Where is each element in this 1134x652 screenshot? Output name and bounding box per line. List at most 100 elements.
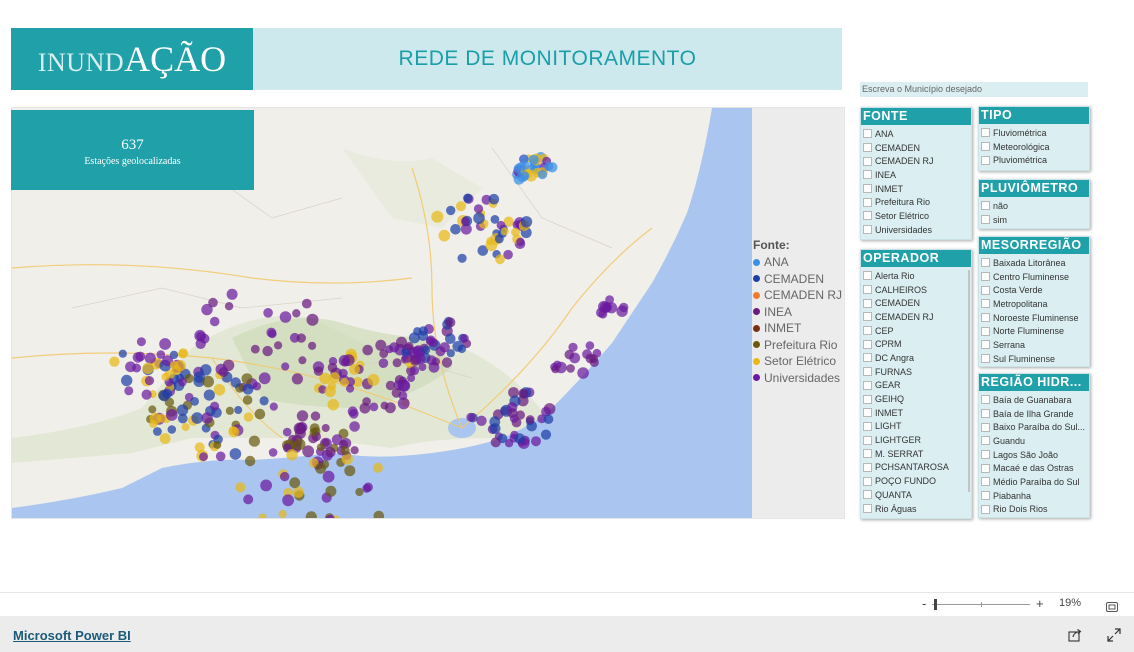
station-marker[interactable]	[418, 363, 427, 371]
station-marker[interactable]	[338, 354, 351, 367]
operador-option[interactable]: LIGHTGER	[861, 433, 971, 447]
checkbox-icon[interactable]	[863, 184, 872, 194]
checkbox-icon[interactable]	[863, 143, 872, 153]
station-marker[interactable]	[263, 308, 273, 318]
station-marker[interactable]	[254, 408, 266, 420]
station-marker[interactable]	[159, 338, 172, 350]
checkbox-icon[interactable]	[981, 258, 990, 268]
station-marker[interactable]	[426, 355, 437, 366]
operador-option[interactable]: POÇO FUNDO	[861, 474, 971, 488]
station-marker[interactable]	[230, 377, 241, 388]
fonte-option[interactable]: Universidades	[861, 223, 971, 237]
regiao-option[interactable]: Guandu	[979, 434, 1089, 448]
checkbox-icon[interactable]	[981, 340, 990, 350]
station-marker[interactable]	[511, 227, 520, 237]
fonte-option[interactable]: ANA	[861, 127, 971, 141]
station-marker[interactable]	[598, 309, 608, 319]
station-marker[interactable]	[177, 413, 188, 424]
station-marker[interactable]	[516, 162, 526, 172]
station-marker[interactable]	[213, 384, 226, 396]
station-marker[interactable]	[528, 154, 539, 165]
station-marker[interactable]	[281, 362, 290, 371]
station-marker[interactable]	[514, 433, 525, 444]
station-marker[interactable]	[329, 372, 341, 383]
station-marker[interactable]	[460, 333, 469, 343]
regiao-option[interactable]: Lagos São João	[979, 448, 1089, 462]
fonte-slicer[interactable]: FONTE ANA CEMADEN CEMADEN RJ INEA INMET Prefe…	[860, 107, 972, 240]
checkbox-icon[interactable]	[863, 339, 872, 349]
station-marker[interactable]	[327, 398, 340, 411]
operador-option[interactable]: GEAR	[861, 379, 971, 393]
station-marker[interactable]	[280, 471, 290, 482]
station-marker[interactable]	[585, 341, 595, 350]
pluviometro-slicer[interactable]: PLUVIÔMETRO não sim	[978, 179, 1090, 229]
tipo-option[interactable]: Pluviométrica	[979, 153, 1089, 167]
expand-icon[interactable]	[1107, 628, 1121, 642]
station-marker[interactable]	[153, 427, 162, 436]
station-marker[interactable]	[210, 401, 220, 411]
checkbox-icon[interactable]	[981, 155, 990, 165]
station-marker[interactable]	[490, 437, 501, 448]
checkbox-icon[interactable]	[981, 491, 990, 501]
station-marker[interactable]	[369, 402, 379, 412]
zoom-in-button[interactable]: +	[1036, 596, 1044, 611]
station-marker[interactable]	[167, 425, 177, 434]
checkbox-icon[interactable]	[981, 272, 990, 282]
station-marker[interactable]	[315, 462, 327, 474]
station-marker[interactable]	[362, 344, 374, 356]
station-marker[interactable]	[181, 423, 190, 431]
station-marker[interactable]	[340, 377, 350, 387]
station-marker[interactable]	[341, 453, 353, 465]
station-marker[interactable]	[202, 375, 214, 388]
checkbox-icon[interactable]	[863, 170, 872, 180]
station-marker[interactable]	[461, 216, 470, 226]
station-marker[interactable]	[268, 448, 278, 457]
station-marker[interactable]	[489, 416, 501, 428]
station-marker[interactable]	[144, 352, 156, 364]
station-marker[interactable]	[446, 205, 456, 216]
checkbox-icon[interactable]	[981, 313, 990, 323]
station-marker[interactable]	[124, 386, 134, 396]
checkbox-icon[interactable]	[863, 312, 872, 322]
checkbox-icon[interactable]	[863, 476, 872, 486]
fonte-option[interactable]: INEA	[861, 168, 971, 182]
station-marker[interactable]	[566, 364, 575, 373]
station-marker[interactable]	[226, 288, 238, 300]
station-marker[interactable]	[228, 426, 237, 435]
mesorregiao-option[interactable]: Costa Verde	[979, 283, 1089, 297]
regiao-option[interactable]: Rio Dois Rios	[979, 503, 1089, 517]
operador-option[interactable]: INMET	[861, 406, 971, 420]
station-marker[interactable]	[525, 415, 535, 424]
station-marker[interactable]	[520, 216, 533, 228]
checkbox-icon[interactable]	[863, 367, 872, 377]
operador-option[interactable]: M. SERRAT	[861, 447, 971, 461]
power-bi-link[interactable]: Microsoft Power BI	[13, 628, 131, 643]
checkbox-icon[interactable]	[981, 326, 990, 336]
station-marker[interactable]	[328, 357, 338, 366]
station-marker[interactable]	[373, 462, 383, 473]
fit-to-page-icon[interactable]	[1106, 599, 1118, 612]
station-marker[interactable]	[224, 302, 234, 311]
station-marker[interactable]	[325, 447, 336, 458]
operador-option[interactable]: CEP	[861, 324, 971, 338]
checkbox-icon[interactable]	[863, 298, 872, 308]
checkbox-icon[interactable]	[863, 353, 872, 363]
station-marker[interactable]	[466, 412, 476, 422]
operador-slicer[interactable]: OPERADOR Alerta Rio CALHEIROS CEMADEN CEMAD…	[860, 249, 972, 519]
station-marker[interactable]	[344, 465, 356, 477]
station-marker[interactable]	[509, 414, 519, 423]
station-marker[interactable]	[338, 368, 348, 378]
station-marker[interactable]	[543, 414, 554, 425]
station-marker[interactable]	[289, 477, 301, 489]
station-marker[interactable]	[340, 446, 350, 456]
checkbox-icon[interactable]	[981, 463, 990, 473]
station-marker[interactable]	[250, 344, 260, 354]
station-marker[interactable]	[301, 298, 312, 309]
checkbox-icon[interactable]	[981, 504, 990, 514]
station-marker[interactable]	[208, 297, 218, 308]
station-marker[interactable]	[438, 229, 451, 242]
fonte-option[interactable]: INMET	[861, 182, 971, 196]
mesorregiao-option[interactable]: Norte Fluminense	[979, 324, 1089, 338]
fonte-option[interactable]: Prefeitura Rio	[861, 195, 971, 209]
station-marker[interactable]	[404, 341, 414, 351]
